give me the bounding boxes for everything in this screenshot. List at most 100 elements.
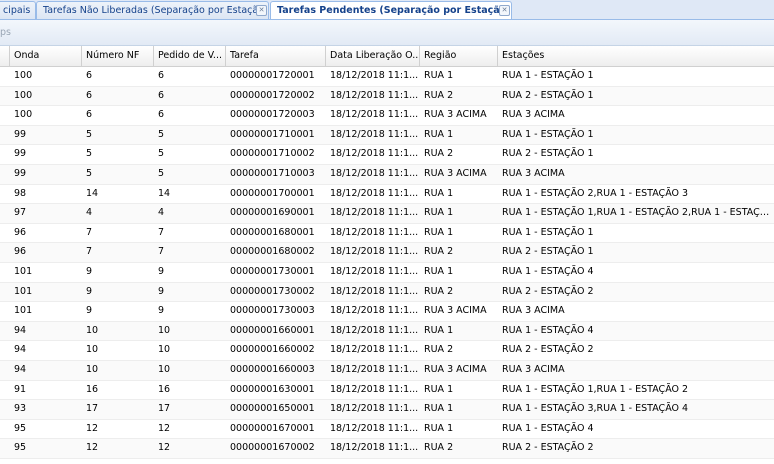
row-number-cell[interactable] [0, 145, 10, 163]
cell-data-liberacao: 18/12/2018 11:1... [330, 403, 419, 415]
cell-estacoes: RUA 3 ACIMA [502, 363, 565, 375]
table-row[interactable]: 101 9 9 00000001730001 18/12/2018 11:1... RUA… [0, 263, 774, 283]
cell-regiao: RUA 1 [424, 226, 454, 238]
row-number-cell[interactable] [0, 165, 10, 183]
row-number-cell[interactable] [0, 87, 10, 105]
row-number-cell[interactable] [0, 302, 10, 320]
row-number-cell[interactable] [0, 361, 10, 379]
table-row[interactable]: 100 6 6 00000001720002 18/12/2018 11:1... RUA… [0, 86, 774, 107]
cell-pedido-venda: 4 [158, 207, 165, 219]
tab-label: Tarefas Pendentes (Separação por Estação… [277, 5, 511, 16]
header-tarefa[interactable]: Tarefa [226, 46, 326, 66]
cell-tarefa: 00000001650001 [230, 403, 315, 415]
cell-data-liberacao: 18/12/2018 11:1... [330, 324, 419, 336]
table-row[interactable]: 94 10 10 00000001660003 18/12/2018 11:1... RU… [0, 360, 774, 381]
close-icon[interactable]: ✕ [256, 5, 267, 16]
table-row[interactable]: 101 9 9 00000001730003 18/12/2018 11:1... RUA… [0, 302, 774, 322]
cell-onda: 101 [14, 305, 33, 317]
cell-tarefa: 00000001730001 [230, 265, 315, 277]
table-row[interactable]: 94 10 10 00000001660002 18/12/2018 11:1... RU… [0, 341, 774, 361]
cell-numero-nf: 6 [86, 89, 93, 101]
cell-numero-nf: 5 [86, 148, 93, 160]
table-row[interactable]: 100 6 6 00000001720003 18/12/2018 11:1... RUA… [0, 106, 774, 126]
row-number-cell[interactable] [0, 106, 10, 124]
row-number-cell[interactable] [0, 381, 10, 399]
tab-tarefas-nao-liberadas[interactable]: Tarefas Não Liberadas (Separação por Est… [36, 1, 269, 19]
row-number-cell[interactable] [0, 400, 10, 418]
tab-principais[interactable]: cipais [0, 1, 36, 19]
cell-numero-nf: 6 [86, 70, 93, 81]
row-number-cell[interactable] [0, 243, 10, 261]
cell-estacoes: RUA 3 ACIMA [502, 109, 565, 121]
cell-onda: 100 [14, 70, 33, 81]
table-row[interactable]: 97 4 4 00000001690001 18/12/2018 11:1... RUA … [0, 204, 774, 224]
cell-tarefa: 00000001730003 [230, 305, 315, 317]
cell-numero-nf: 9 [86, 285, 93, 297]
cell-data-liberacao: 18/12/2018 11:1... [330, 89, 419, 101]
table-row[interactable]: 99 5 5 00000001710002 18/12/2018 11:1... RUA … [0, 145, 774, 165]
cell-regiao: RUA 2 [424, 442, 454, 454]
table-row[interactable]: 91 16 16 00000001630001 18/12/2018 11:1... RU… [0, 381, 774, 401]
table-row[interactable]: 99 5 5 00000001710001 18/12/2018 11:1... RUA … [0, 125, 774, 146]
cell-onda: 95 [14, 422, 27, 434]
cell-estacoes: RUA 1 - ESTAÇÃO 4 [502, 265, 594, 277]
row-number-cell[interactable] [0, 439, 10, 457]
table-row[interactable]: 94 10 10 00000001660001 18/12/2018 11:1... RU… [0, 321, 774, 342]
table-row[interactable]: 93 17 17 00000001650001 18/12/2018 11:1... RU… [0, 400, 774, 420]
header-estacoes[interactable]: Estações [498, 46, 774, 66]
table-row[interactable]: 95 12 12 00000001670002 18/12/2018 11:1... RU… [0, 439, 774, 459]
header-label: Estações [502, 50, 545, 61]
header-label: Onda [14, 50, 40, 61]
cell-regiao: RUA 1 [424, 403, 454, 415]
row-number-cell[interactable] [0, 420, 10, 438]
table-row[interactable]: 99 5 5 00000001710003 18/12/2018 11:1... RUA … [0, 164, 774, 185]
table-row[interactable]: 98 14 14 00000001700001 18/12/2018 11:1... RU… [0, 185, 774, 205]
tab-tarefas-pendentes[interactable]: Tarefas Pendentes (Separação por Estação… [270, 1, 512, 19]
row-number-cell[interactable] [0, 263, 10, 281]
tab-bar: cipais Tarefas Não Liberadas (Separação … [0, 0, 774, 20]
row-number-cell[interactable] [0, 341, 10, 359]
table-row[interactable]: 95 12 12 00000001670001 18/12/2018 11:1... RU… [0, 420, 774, 440]
cell-estacoes: RUA 2 - ESTAÇÃO 1 [502, 246, 594, 258]
cell-data-liberacao: 18/12/2018 11:1... [330, 187, 419, 199]
cell-numero-nf: 4 [86, 207, 93, 219]
cell-estacoes: RUA 2 - ESTAÇÃO 1 [502, 148, 594, 160]
cell-numero-nf: 10 [86, 363, 99, 375]
cell-onda: 97 [14, 207, 27, 219]
header-rownumber [0, 46, 10, 66]
cell-tarefa: 00000001720003 [230, 109, 315, 121]
header-data-liberacao[interactable]: Data Liberação O... [326, 46, 420, 66]
table-row[interactable]: 100 6 6 00000001720001 18/12/2018 11:1... RUA… [0, 67, 774, 87]
header-regiao[interactable]: Região [420, 46, 498, 66]
header-numero-nf[interactable]: Número NF [82, 46, 154, 66]
cell-pedido-venda: 9 [158, 305, 165, 317]
cell-numero-nf: 9 [86, 305, 93, 317]
row-number-cell[interactable] [0, 67, 10, 85]
cell-pedido-venda: 10 [158, 324, 171, 336]
row-number-cell[interactable] [0, 224, 10, 242]
cell-onda: 100 [14, 109, 33, 121]
header-pedido-venda[interactable]: Pedido de V... [154, 46, 226, 66]
cell-pedido-venda: 10 [158, 363, 171, 375]
table-row[interactable]: 96 7 7 00000001680001 18/12/2018 11:1... RUA … [0, 224, 774, 244]
cell-data-liberacao: 18/12/2018 11:1... [330, 226, 419, 238]
toolbar-button-label[interactable]: ps [0, 27, 11, 38]
cell-regiao: RUA 2 [424, 148, 454, 160]
table-row[interactable]: 96 7 7 00000001680002 18/12/2018 11:1... RUA … [0, 243, 774, 263]
cell-onda: 91 [14, 383, 27, 395]
cell-tarefa: 00000001700001 [230, 187, 315, 199]
row-number-cell[interactable] [0, 322, 10, 340]
cell-tarefa: 00000001660003 [230, 363, 315, 375]
cell-tarefa: 00000001680001 [230, 226, 315, 238]
cell-pedido-venda: 6 [158, 70, 165, 81]
row-number-cell[interactable] [0, 204, 10, 222]
row-number-cell[interactable] [0, 126, 10, 144]
cell-onda: 100 [14, 89, 33, 101]
cell-regiao: RUA 1 [424, 187, 454, 199]
row-number-cell[interactable] [0, 283, 10, 301]
header-onda[interactable]: Onda [10, 46, 82, 66]
table-row[interactable]: 101 9 9 00000001730002 18/12/2018 11:1... RUA… [0, 282, 774, 303]
cell-estacoes: RUA 1 - ESTAÇÃO 1 [502, 226, 594, 238]
row-number-cell[interactable] [0, 185, 10, 203]
close-icon[interactable]: ✕ [499, 5, 510, 16]
